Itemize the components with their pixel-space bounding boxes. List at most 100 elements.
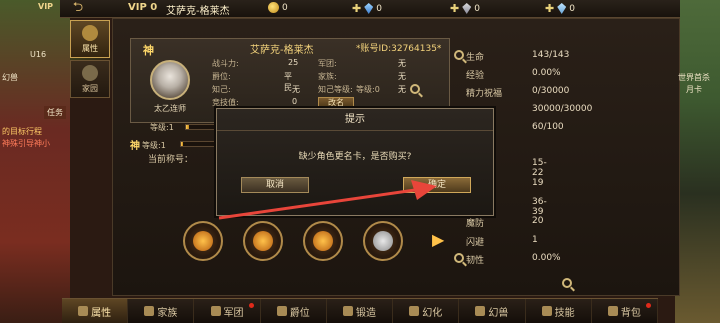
stat-label: 经验: [466, 71, 485, 81]
avatar[interactable]: [150, 60, 190, 100]
stat-label: 军团:: [318, 59, 337, 68]
stat-value: 0: [292, 97, 298, 106]
stat-label: 战斗力:: [212, 59, 239, 68]
tab-beast[interactable]: 幻兽: [459, 299, 526, 323]
bag-icon: [607, 306, 618, 316]
tab-label: 属性: [91, 307, 112, 319]
rename-button[interactable]: 改名: [318, 97, 354, 108]
silver-value: 0: [569, 3, 575, 14]
stat-value: 无: [398, 85, 406, 94]
tab-family[interactable]: 家族: [128, 299, 195, 323]
gem-value: 0: [376, 3, 382, 14]
vip-level: VIP 0: [128, 2, 158, 13]
bound-gem-icon: [462, 3, 472, 14]
stat-value: 25: [288, 58, 299, 67]
level-text: U16: [30, 50, 47, 59]
left-extra-label: 幻兽: [2, 73, 18, 82]
silver-icon: [557, 3, 567, 14]
monthly-card[interactable]: 月卡: [686, 84, 702, 95]
stat-label: 等级:0: [356, 85, 380, 94]
god-level-label: 等级:1: [142, 141, 166, 150]
side-tabs: 属性 家园: [70, 20, 112, 100]
corner-vip-label: VIP: [38, 2, 54, 11]
bottom-nav: 属性 家族 军团 爵位 锻造 幻化 幻兽 技能 背包: [62, 298, 658, 323]
tab-bag[interactable]: 背包: [592, 299, 658, 323]
search-icon[interactable]: [454, 253, 464, 263]
skill-portrait-icon: [373, 231, 393, 251]
stat-energy: 精力祝福 0/30000: [466, 86, 569, 99]
player-name: 艾萨克-格莱杰: [166, 6, 230, 17]
stat-label: 生命: [466, 53, 485, 63]
tab-rank[interactable]: 爵位: [261, 299, 327, 323]
stat-rank: 爵位: 平民: [212, 71, 292, 92]
search-icon[interactable]: [562, 278, 572, 288]
side-tab-home[interactable]: 家园: [70, 60, 110, 98]
tab-skills[interactable]: 技能: [526, 299, 592, 323]
side-tab-attributes[interactable]: 属性: [70, 20, 110, 58]
level-bar: [185, 124, 215, 130]
tab-label: 背包: [620, 307, 641, 319]
stat-hp: 生命 143/143: [466, 50, 569, 63]
gem-counter[interactable]: ✚ 0: [352, 2, 382, 15]
tab-label: 家族: [157, 307, 178, 319]
bound-gem-counter[interactable]: ✚ 0: [450, 2, 480, 15]
god-level-mark: 神: [130, 141, 140, 152]
quest-title[interactable]: 的目标行程: [2, 126, 42, 137]
search-icon[interactable]: [410, 84, 420, 94]
stat-label: 韧性: [466, 256, 485, 266]
silver-counter[interactable]: ✚ 0: [545, 2, 575, 15]
stat-value: 20: [532, 216, 544, 226]
tab-label: 幻兽: [488, 307, 509, 319]
stat-family: 家族: 无: [318, 71, 406, 82]
stat-value: 60/100: [532, 122, 564, 132]
stat-label: 精力祝福: [466, 89, 503, 99]
stat-magic-defense: 魔防 20: [466, 216, 543, 229]
legion-icon: [210, 306, 221, 316]
stat-value: 1: [532, 235, 538, 245]
gem-icon: [364, 3, 374, 14]
beast-icon: [475, 306, 486, 316]
stat-value: 平民: [284, 72, 292, 92]
stat-value: 19: [532, 178, 544, 188]
quest-desc[interactable]: 神殊引导神小: [2, 138, 50, 149]
stat-label: 知己等级:: [318, 85, 353, 94]
current-title-label: 当前称号：: [148, 155, 194, 165]
tab-legion[interactable]: 军团: [194, 299, 261, 323]
add-gem-icon[interactable]: ✚: [352, 2, 361, 15]
tab-forge[interactable]: 锻造: [327, 299, 394, 323]
gold-coin-icon: [268, 2, 279, 13]
search-icon[interactable]: [454, 50, 464, 60]
account-id: *账号ID:32764135*: [356, 44, 442, 54]
stat-power: 战斗力: 25: [212, 58, 298, 69]
world-first-kill[interactable]: 世界首杀: [678, 72, 710, 83]
stat-value: 15-22: [532, 158, 547, 178]
god-level-bar: [180, 141, 216, 147]
dialog-message: 缺少角色更名卡，是否购买?: [298, 152, 412, 162]
add-bound-gem-icon[interactable]: ✚: [450, 2, 459, 15]
tab-label: 幻化: [422, 307, 443, 319]
right-world-view: [675, 0, 720, 323]
tab-label: 军团: [223, 307, 244, 319]
stat-value: 无: [398, 72, 406, 81]
add-silver-icon[interactable]: ✚: [545, 2, 554, 15]
stat-label: 知己:: [212, 85, 231, 94]
tab-attributes[interactable]: 属性: [62, 299, 129, 323]
stat-label: 闪避: [466, 238, 485, 248]
stat-value: 0.00%: [532, 253, 561, 263]
next-skill-arrow-icon[interactable]: ▶: [432, 230, 444, 249]
skill-fist-icon: [253, 231, 273, 251]
tab-transform[interactable]: 幻化: [393, 299, 460, 323]
notification-dot: [248, 303, 254, 308]
gold-value: 0: [282, 2, 288, 13]
stat-label: 爵位:: [212, 72, 231, 81]
dialog-title: 提示: [217, 109, 493, 131]
bound-gem-value: 0: [474, 3, 480, 14]
task-channel-tab[interactable]: 任务: [44, 106, 66, 119]
skill-icon: [541, 306, 552, 316]
notification-dot: [645, 303, 651, 308]
rank-icon: [276, 306, 287, 316]
back-button[interactable]: ⮌: [64, 0, 92, 18]
attr-icon: [78, 306, 89, 316]
stat-label: 魔防: [466, 219, 485, 229]
avatar-name: 太乙连师: [154, 104, 186, 113]
